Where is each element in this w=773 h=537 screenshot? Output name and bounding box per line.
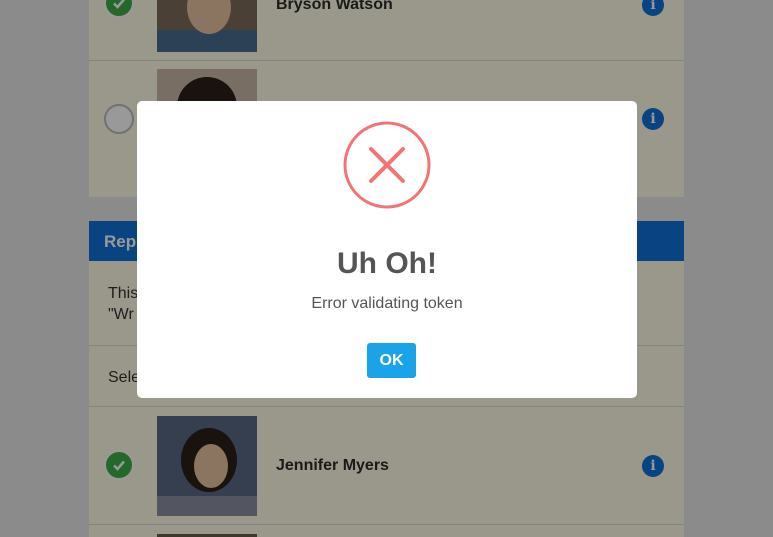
error-dialog: Uh Oh! Error validating token OK [137, 101, 637, 398]
error-x-icon [343, 121, 431, 209]
dialog-title: Uh Oh! [337, 247, 437, 280]
ok-button[interactable]: OK [367, 343, 416, 378]
page: Bryson Watson i i Rep Jennifer Myers i T… [0, 0, 773, 537]
dialog-message: Error validating token [311, 295, 463, 312]
